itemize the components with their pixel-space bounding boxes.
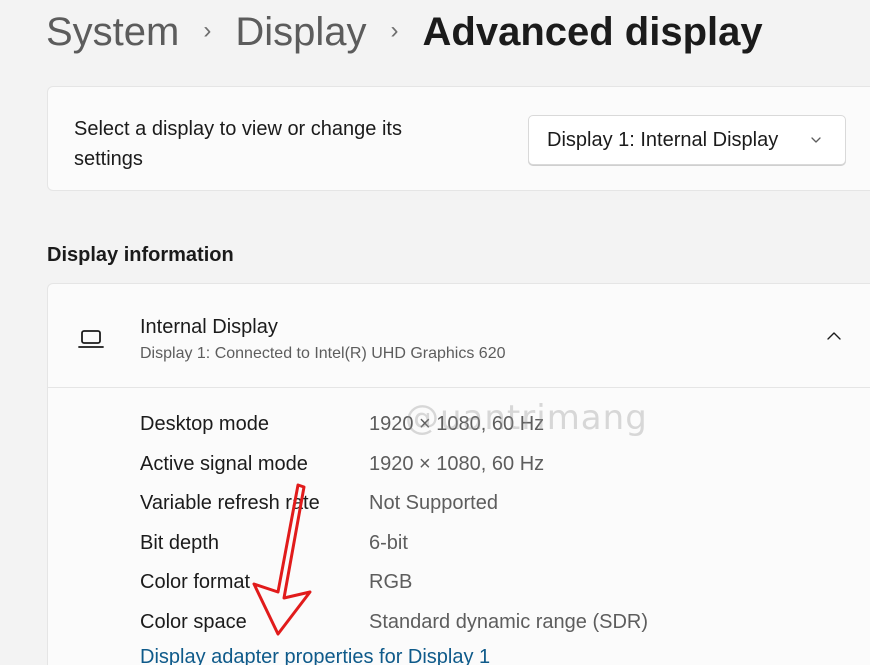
watermark: @uantrimang (405, 398, 648, 438)
breadcrumb-separator: › (390, 17, 399, 44)
property-row-active-signal-mode: Active signal mode 1920 × 1080, 60 Hz (140, 445, 648, 485)
display-select-dropdown[interactable]: Display 1: Internal Display (528, 115, 846, 165)
internal-display-title: Internal Display (140, 316, 278, 338)
page-title: Advanced display (422, 10, 763, 54)
laptop-icon (78, 330, 104, 348)
display-information-card: Internal Display Display 1: Connected to… (47, 283, 870, 665)
internal-display-expander[interactable]: Internal Display Display 1: Connected to… (48, 284, 870, 388)
select-display-label: Select a display to view or change its s… (74, 118, 402, 170)
select-display-card: Select a display to view or change its s… (47, 86, 870, 191)
display-select-value: Display 1: Internal Display (547, 128, 779, 151)
display-information-heading: Display information (47, 244, 234, 266)
property-row-color-space: Color space Standard dynamic range (SDR) (140, 603, 648, 643)
breadcrumb-separator: › (203, 17, 212, 44)
property-row-bit-depth: Bit depth 6-bit (140, 524, 648, 564)
property-row-variable-refresh-rate: Variable refresh rate Not Supported (140, 484, 648, 524)
breadcrumb-system[interactable]: System (46, 8, 179, 56)
property-value: 1920 × 1080, 60 Hz (369, 452, 545, 475)
internal-display-subtitle: Display 1: Connected to Intel(R) UHD Gra… (140, 345, 506, 362)
property-label: Desktop mode (140, 413, 269, 436)
breadcrumb: System › Display › Advanced display (46, 8, 763, 56)
property-label: Active signal mode (140, 452, 308, 475)
property-value: Standard dynamic range (SDR) (369, 610, 649, 633)
red-arrow-annotation (252, 483, 312, 636)
property-row-color-format: Color format RGB (140, 563, 648, 603)
breadcrumb-display[interactable]: Display (235, 8, 366, 56)
property-value: 6-bit (369, 531, 408, 554)
advanced-display-page: System › Display › Advanced display Sele… (0, 0, 870, 665)
chevron-up-icon[interactable] (826, 330, 842, 342)
property-value: Not Supported (369, 492, 498, 515)
property-value: RGB (369, 571, 413, 594)
chevron-down-icon (811, 137, 821, 143)
display-adapter-properties-link[interactable]: Display adapter properties for Display 1 (140, 646, 490, 665)
display-properties-list: Desktop mode 1920 × 1080, 60 Hz Active s… (140, 405, 648, 642)
